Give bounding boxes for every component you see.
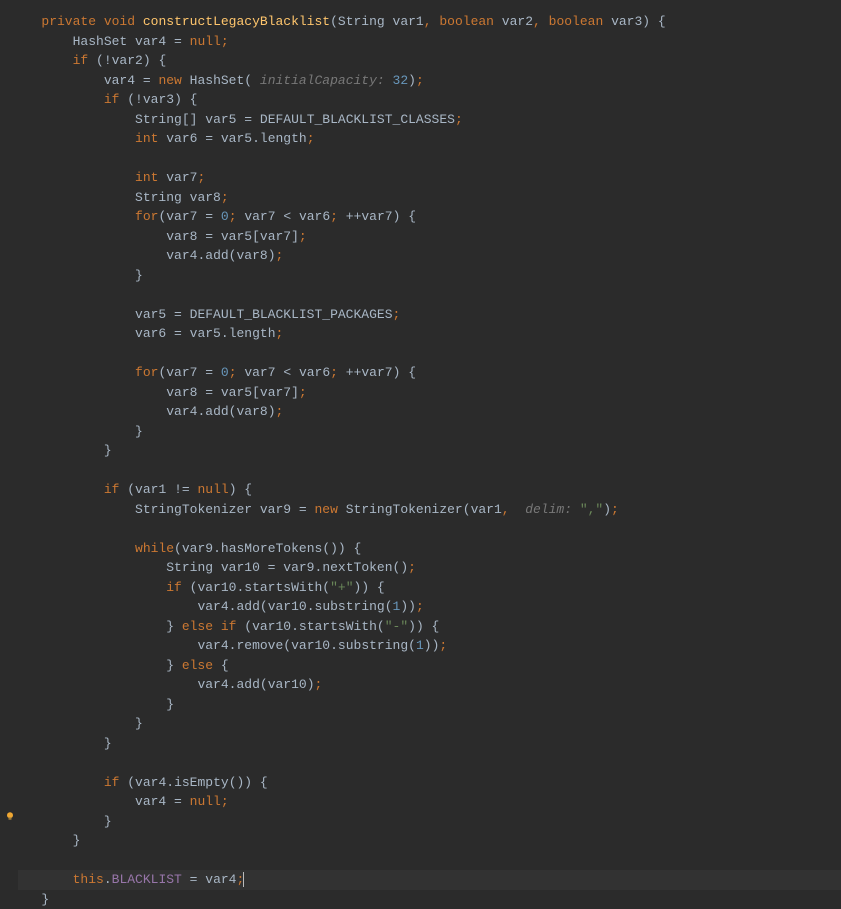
code-line: }: [18, 424, 143, 439]
code-line: for(var7 = 0; var7 < var6; ++var7) {: [18, 365, 416, 380]
code-line: }: [18, 443, 112, 458]
code-line: }: [18, 833, 80, 848]
code-line: if (!var3) {: [18, 92, 197, 107]
code-line: var4.add(var10);: [18, 677, 322, 692]
code-line: var4.add(var8);: [18, 248, 283, 263]
code-line: }: [18, 716, 143, 731]
code-line: } else if (var10.startsWith("-")) {: [18, 619, 439, 634]
code-line: if (!var2) {: [18, 53, 166, 68]
code-line: var8 = var5[var7];: [18, 385, 307, 400]
code-line: var4.remove(var10.substring(1));: [18, 638, 447, 653]
caret-line: this.BLACKLIST = var4;: [18, 870, 841, 890]
code-line: String[] var5 = DEFAULT_BLACKLIST_CLASSE…: [18, 112, 463, 127]
param-hint: initialCapacity:: [260, 73, 385, 88]
code-line: int var7;: [18, 170, 205, 185]
param-hint: delim:: [525, 502, 572, 517]
code-line: StringTokenizer var9 = new StringTokeniz…: [18, 502, 619, 517]
code-line: }: [18, 697, 174, 712]
code-line: } else {: [18, 658, 229, 673]
code-line: }: [18, 268, 143, 283]
code-line: for(var7 = 0; var7 < var6; ++var7) {: [18, 209, 416, 224]
code-line: if (var4.isEmpty()) {: [18, 775, 268, 790]
code-line: if (var10.startsWith("+")) {: [18, 580, 385, 595]
text-caret: [243, 872, 244, 887]
code-line: var6 = var5.length;: [18, 326, 283, 341]
code-line: private void constructLegacyBlacklist(St…: [18, 14, 666, 29]
code-line: }: [18, 736, 112, 751]
code-line: while(var9.hasMoreTokens()) {: [18, 541, 361, 556]
code-line: HashSet var4 = null;: [18, 34, 229, 49]
code-line: var4.add(var10.substring(1));: [18, 599, 424, 614]
code-editor[interactable]: private void constructLegacyBlacklist(St…: [0, 12, 841, 909]
code-line: var4 = null;: [18, 794, 229, 809]
intention-bulb-icon[interactable]: [4, 809, 16, 821]
code-line: int var6 = var5.length;: [18, 131, 315, 146]
code-line: var8 = var5[var7];: [18, 229, 307, 244]
code-line: }: [18, 892, 49, 907]
code-line: var4 = new HashSet( initialCapacity: 32)…: [18, 73, 424, 88]
code-line: var4.add(var8);: [18, 404, 283, 419]
code-line: if (var1 != null) {: [18, 482, 252, 497]
code-line: String var8;: [18, 190, 229, 205]
code-line: String var10 = var9.nextToken();: [18, 560, 416, 575]
code-line: var5 = DEFAULT_BLACKLIST_PACKAGES;: [18, 307, 400, 322]
code-line: }: [18, 814, 112, 829]
